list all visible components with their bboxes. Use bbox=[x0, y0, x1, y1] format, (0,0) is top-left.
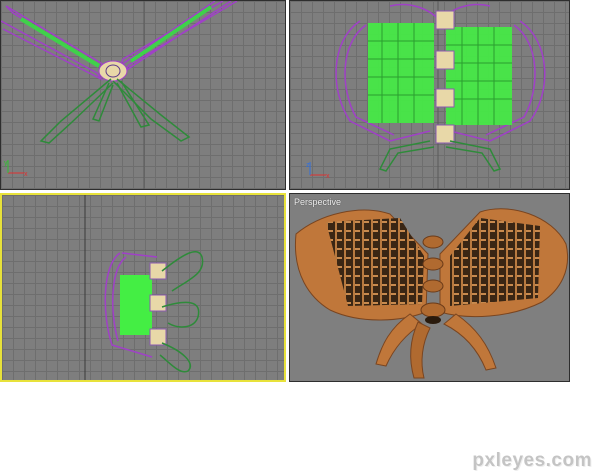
watermark: pxleyes.com bbox=[472, 450, 592, 471]
axis-gizmo-front: x z bbox=[306, 159, 332, 181]
front-view-wireframe bbox=[335, 1, 546, 189]
axis-x-label: x bbox=[326, 173, 330, 180]
rendered-book-stand bbox=[294, 208, 568, 379]
left-view-wireframe bbox=[84, 195, 204, 380]
viewport-left[interactable] bbox=[0, 193, 286, 382]
axis-x-label: x bbox=[24, 171, 28, 178]
viewport-top[interactable]: x y bbox=[0, 0, 286, 190]
top-view-wireframe bbox=[1, 1, 238, 189]
viewport-front[interactable]: x z bbox=[289, 0, 570, 190]
viewport-perspective[interactable]: Perspective bbox=[289, 193, 570, 382]
axis-gizmo-top: x y bbox=[4, 157, 30, 179]
axis-y-label: y bbox=[4, 160, 8, 167]
axis-z-label: z bbox=[306, 162, 310, 169]
